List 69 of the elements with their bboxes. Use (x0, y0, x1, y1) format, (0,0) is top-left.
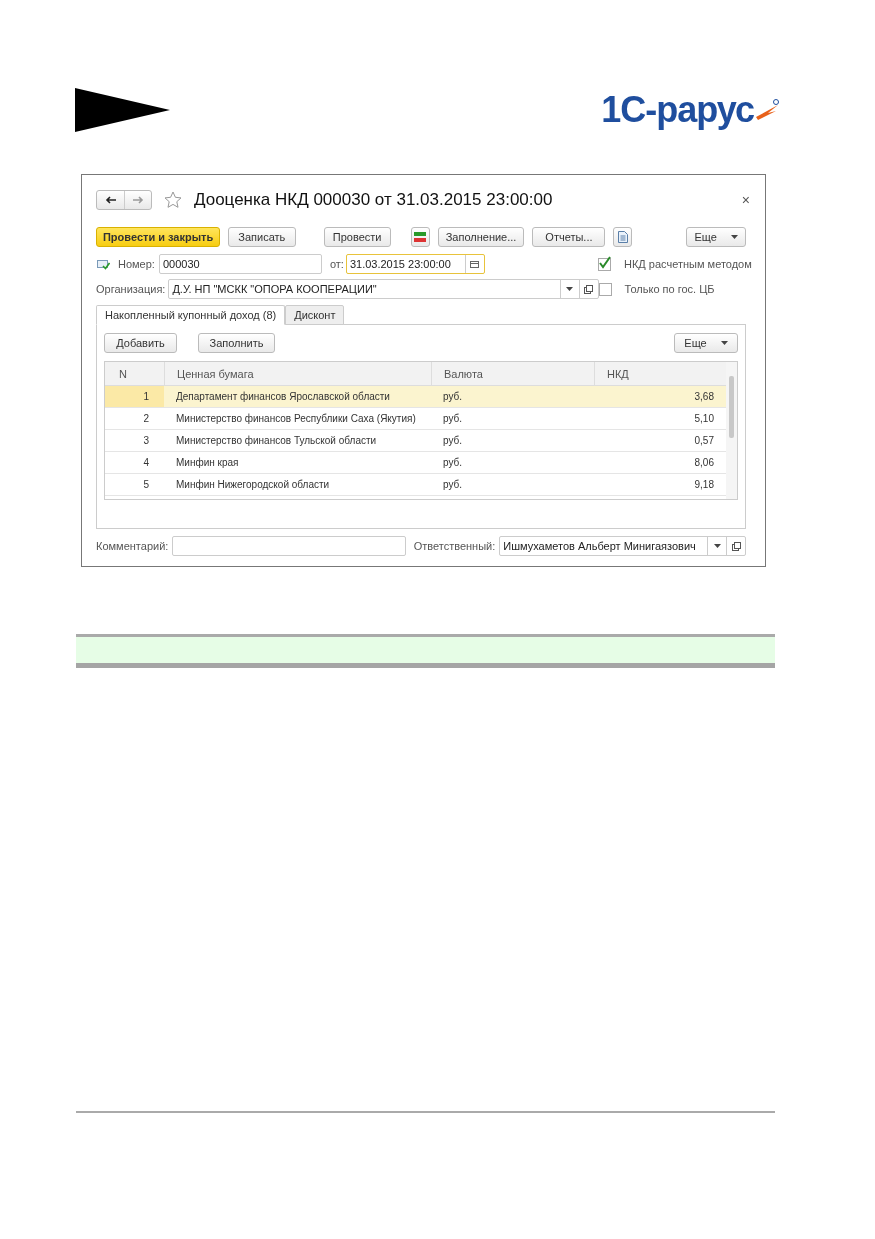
field-label: Ответственный: (413, 540, 496, 552)
forward-arrow-icon (132, 196, 144, 204)
ledger-icon (414, 231, 427, 243)
column-header[interactable]: Ценная бумага (164, 362, 431, 385)
tab[interactable]: Дисконт (285, 305, 345, 325)
more-button[interactable]: Еще (686, 227, 746, 247)
table-cell-text: Минфин Нижегородской области (175, 478, 331, 492)
table-cell-text: Министерство финансов Тульской области (175, 434, 378, 448)
field-label: от: (329, 258, 344, 270)
swoosh-icon (754, 99, 780, 121)
table-cell-text: 8,06 (693, 456, 715, 470)
ledger-button[interactable] (410, 227, 430, 247)
date-field[interactable]: 31.03.2015 23:00:00 (345, 254, 485, 274)
organization-field[interactable]: Д.У. НП "МСКК "ОПОРА КООПЕРАЦИИ" (168, 279, 599, 299)
field-label: Номер: (118, 258, 155, 270)
toolbar-button[interactable]: Записать (228, 227, 296, 247)
open-form-icon (584, 284, 594, 294)
add-button[interactable]: Добавить (104, 333, 177, 353)
posted-doc-icon (97, 258, 110, 270)
calendar-icon (470, 260, 480, 268)
star-icon[interactable] (164, 191, 182, 209)
responsible-field[interactable]: Ишмухаметов Альберт Минигаязович (499, 536, 746, 556)
table-cell-text: 4 (142, 456, 150, 470)
table-cell-text: 5 (142, 478, 150, 492)
table-cell-text: руб. (442, 478, 464, 492)
field-label: Организация: (96, 283, 166, 295)
close-button[interactable]: × (741, 192, 750, 208)
logo-text: 1С-рарус (601, 89, 754, 131)
post-and-close-button[interactable]: Провести и закрыть (96, 227, 221, 247)
caret-icon (730, 235, 738, 239)
table-cell: 1 (105, 386, 164, 407)
table-cell-text: 3,68 (693, 390, 715, 404)
table-row[interactable]: 1 Департамент финансов Ярославской области руб. 3,68 (105, 386, 726, 408)
table-cell-text: руб. (442, 456, 464, 470)
scrollbar[interactable] (726, 362, 737, 499)
table-cell-text: 5,10 (693, 412, 715, 426)
field-label: Комментарий: (96, 540, 169, 552)
column-header[interactable]: N (105, 362, 164, 385)
table-cell-text: 0,57 (693, 434, 715, 448)
table-cell-text: руб. (442, 390, 464, 404)
document-icon (617, 231, 628, 243)
table-cell-text: Министерство финансов Республики Саха (Якутия) (175, 412, 417, 426)
window-title: Дооценка НКД 000030 от 31.03.2015 23:00:00 (194, 190, 554, 210)
table-cell-text: Минфин края (175, 456, 240, 470)
caret-icon (720, 341, 728, 345)
caret-icon (566, 287, 574, 291)
table-cell-text: 9,18 (693, 478, 715, 492)
column-header[interactable]: Валюта (431, 362, 594, 385)
comment-field[interactable] (172, 536, 406, 556)
checkbox-label: НКД расчетным методом (624, 258, 752, 270)
toolbar-button[interactable]: Заполнение... (437, 227, 525, 247)
checkbox[interactable] (598, 257, 611, 271)
toolbar-button[interactable]: Провести (323, 227, 391, 247)
report-button[interactable] (613, 227, 633, 247)
table-cell-text: Департамент финансов Ярославской области (175, 390, 391, 404)
table-cell-text: руб. (442, 434, 464, 448)
table-cell-text: 2 (142, 412, 150, 426)
open-form-icon (731, 541, 741, 551)
checkbox-label: Только по гос. ЦБ (624, 283, 715, 295)
more-button[interactable]: Еще (674, 333, 738, 353)
triangle-marker-icon (75, 88, 170, 132)
table-cell-text: руб. (442, 412, 464, 426)
toolbar-button[interactable]: Отчеты... (532, 227, 606, 247)
fill-button[interactable]: Заполнить (198, 333, 275, 353)
number-field[interactable]: 000030 (158, 254, 322, 274)
table-cell-text: 3 (142, 434, 150, 448)
tab[interactable]: Накопленный купонный доход (8) (96, 305, 286, 325)
caret-icon (713, 544, 721, 548)
back-arrow-icon (105, 196, 116, 204)
